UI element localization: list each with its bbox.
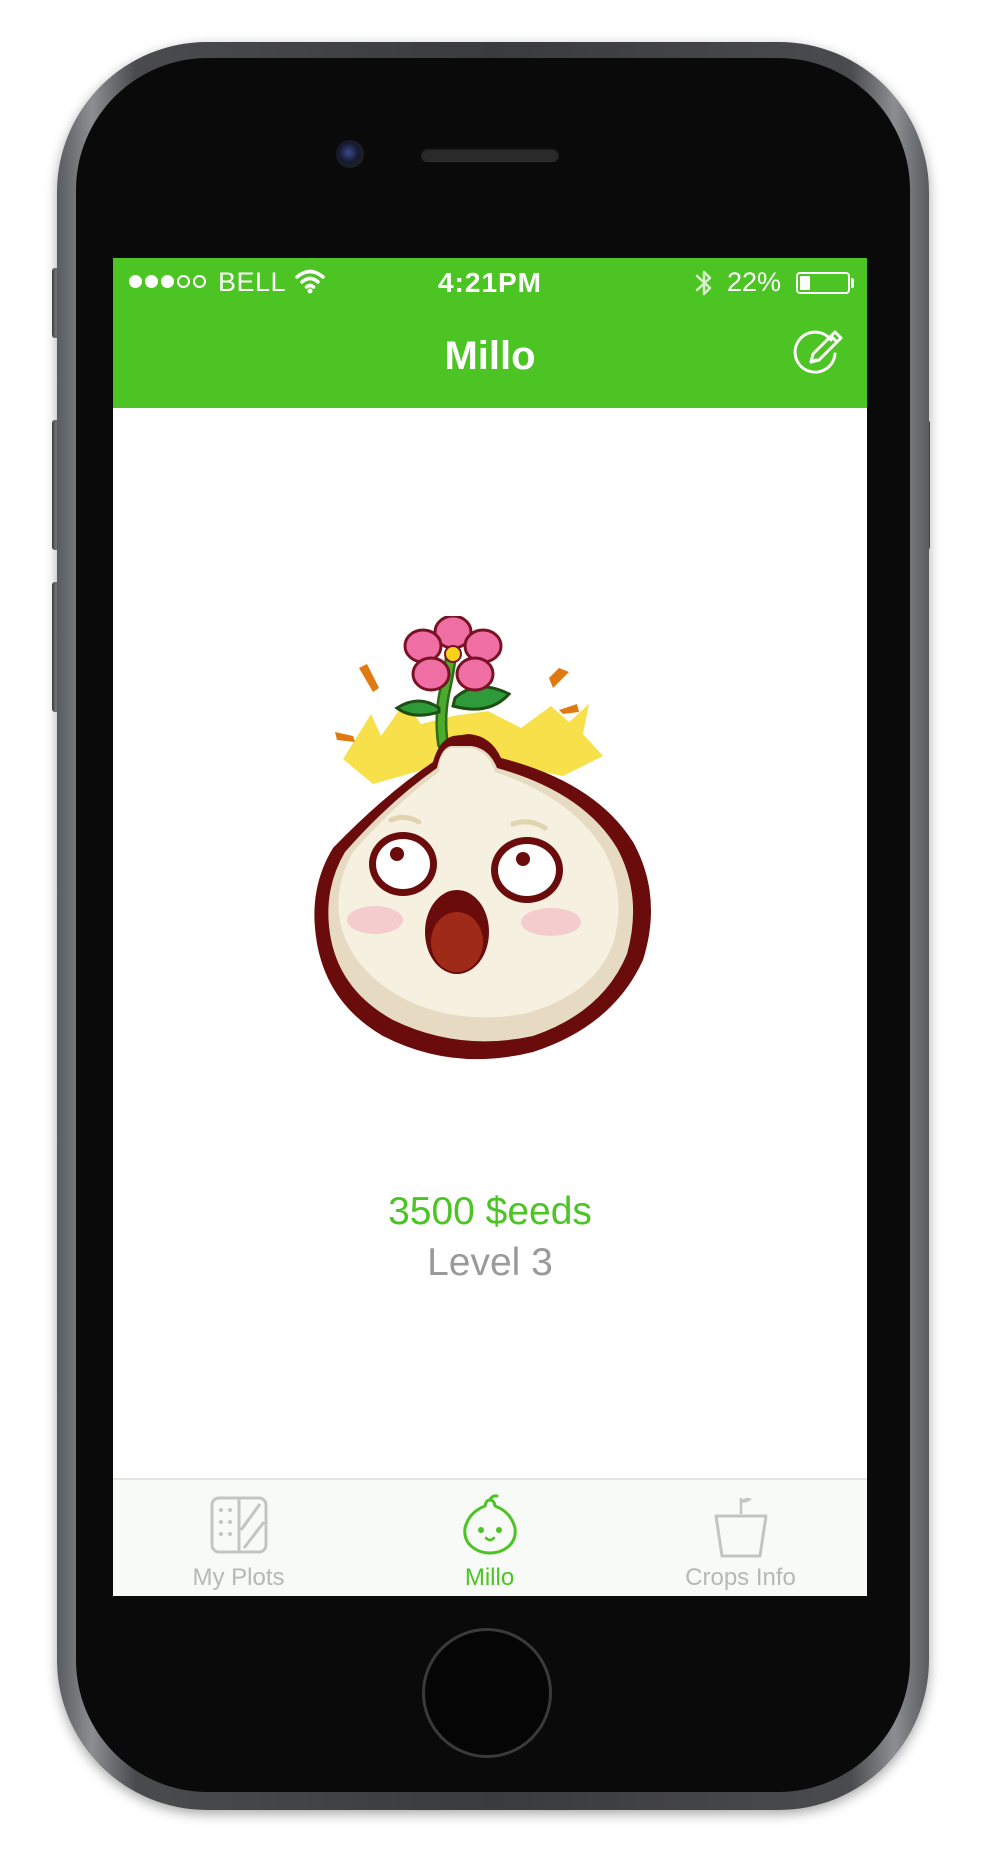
home-button[interactable] [422, 1628, 552, 1758]
tab-millo[interactable]: Millo [364, 1480, 615, 1596]
millo-face-icon [463, 1494, 517, 1555]
plots-grid-icon [210, 1496, 268, 1554]
tab-bar: My Plots Millo Crops Info [113, 1478, 867, 1596]
status-bar: BELL 4:21PM 22% [113, 258, 867, 306]
nav-bar: Millo [113, 306, 867, 408]
tab-label-my-plots: My Plots [192, 1564, 285, 1591]
tab-my-plots[interactable]: My Plots [113, 1480, 364, 1596]
tab-label-millo: Millo [464, 1564, 515, 1591]
earpiece-speaker [421, 148, 559, 161]
battery-fill [800, 276, 810, 290]
edit-pencil-icon[interactable] [789, 324, 845, 380]
battery-tip [851, 278, 854, 288]
battery-percentage: 22% [727, 267, 782, 297]
crop-pot-icon [714, 1497, 768, 1558]
tab-crops-info[interactable]: Crops Info [615, 1480, 866, 1596]
front-camera [336, 140, 364, 168]
battery-icon [796, 272, 850, 294]
tab-label-crops-info: Crops Info [685, 1564, 796, 1591]
seeds-balance: 3500 $eeds [388, 1190, 592, 1233]
millo-mascot-image [314, 616, 651, 1060]
app-screen: BELL 4:21PM 22% Millo 3500 $eeds Level 3… [113, 258, 867, 1596]
page-title: Millo [444, 334, 536, 378]
device-mockup: BELL 4:21PM 22% Millo 3500 $eeds Level 3… [0, 0, 986, 1875]
bluetooth-icon [695, 270, 712, 296]
level-label: Level 3 [427, 1241, 553, 1284]
